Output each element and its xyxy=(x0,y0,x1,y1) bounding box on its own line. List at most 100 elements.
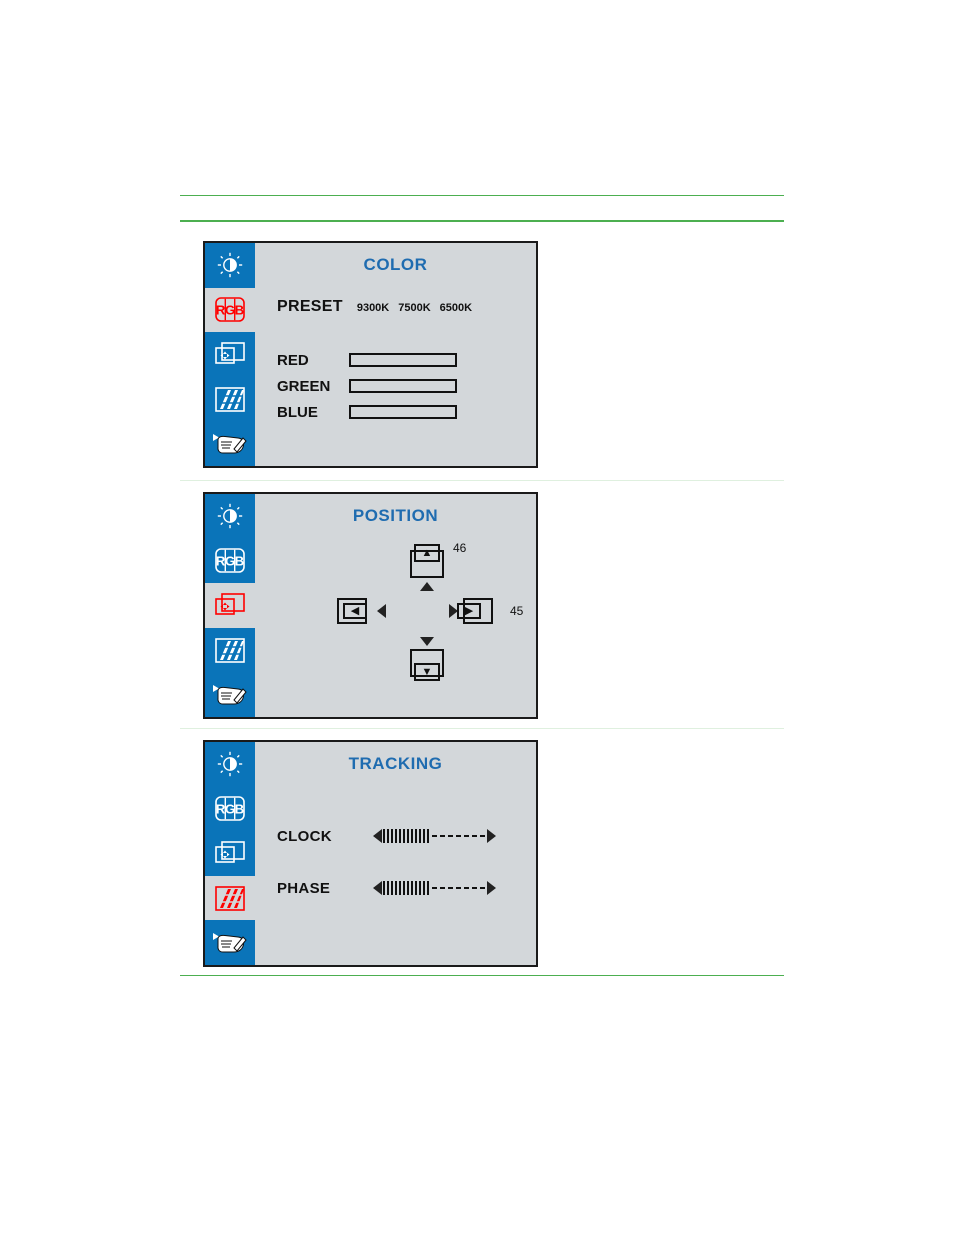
osd-panel-color: R G B COLOR PRESET 9300K 7500K 6500K RED… xyxy=(203,241,538,468)
preset-option-7500k[interactable]: 7500K xyxy=(398,302,430,314)
osd-sidebar-color: R G B xyxy=(205,243,255,466)
svg-text:B: B xyxy=(235,802,244,817)
tracking-sliders: CLOCK PHASE xyxy=(255,810,536,914)
osd-sidebar-position: R G B xyxy=(205,494,255,717)
position-control-up[interactable]: ▲ xyxy=(410,544,444,591)
sidebar-item-position[interactable] xyxy=(205,583,255,628)
slider-dash xyxy=(440,887,445,889)
slider-tick xyxy=(383,881,385,895)
position-control-right[interactable]: ▶ xyxy=(449,596,501,626)
move-up-icon: ▲ xyxy=(410,544,444,578)
move-right-icon: ▶ xyxy=(457,596,501,626)
tracking-slider-clock-label: CLOCK xyxy=(277,827,332,845)
tracking-slider-phase[interactable]: PHASE xyxy=(255,862,536,914)
slider-tick xyxy=(419,829,421,843)
tracking-slider-clock-control[interactable] xyxy=(373,829,496,843)
slider-tick xyxy=(423,881,425,895)
sidebar-item-setup[interactable] xyxy=(205,421,255,466)
slider-ticks-phase xyxy=(383,881,429,895)
osd-body-color: COLOR PRESET 9300K 7500K 6500K RED GREEN xyxy=(255,243,536,466)
slider-dash xyxy=(464,887,469,889)
up-indicator-triangle xyxy=(420,582,434,591)
panel-title-tracking: TRACKING xyxy=(348,754,443,773)
slider-left-arrow-icon[interactable] xyxy=(373,829,382,843)
panel-divider-1 xyxy=(180,480,784,481)
slider-dash xyxy=(432,887,437,889)
position-value-horizontal: 45 xyxy=(510,604,524,618)
sidebar-item-setup[interactable] xyxy=(205,920,255,965)
slider-dash xyxy=(448,887,453,889)
sidebar-item-color[interactable]: R G B xyxy=(205,538,255,584)
sidebar-item-color[interactable]: R G B xyxy=(205,287,255,333)
slider-dash xyxy=(480,835,485,837)
panel-divider-2 xyxy=(180,728,784,729)
left-indicator-triangle xyxy=(377,604,386,618)
bottom-rule xyxy=(180,975,784,976)
position-icon xyxy=(215,841,245,864)
slider-tick xyxy=(399,881,401,895)
color-slider-blue[interactable]: BLUE xyxy=(255,399,536,425)
sidebar-item-tracking[interactable] xyxy=(205,376,255,422)
slider-dashes-clock xyxy=(432,835,485,837)
slider-tick xyxy=(411,829,413,843)
sidebar-item-color[interactable]: R G B xyxy=(205,786,255,832)
sidebar-item-tracking[interactable] xyxy=(205,875,255,921)
osd-body-tracking: TRACKING CLOCK PHASE xyxy=(255,742,536,965)
tracking-slider-clock[interactable]: CLOCK xyxy=(255,810,536,862)
position-icon xyxy=(215,342,245,365)
position-control-down[interactable]: ▼ xyxy=(410,637,444,683)
tracking-icon xyxy=(215,885,245,911)
slider-ticks-clock xyxy=(383,829,429,843)
position-icon xyxy=(215,593,245,616)
sidebar-item-setup[interactable] xyxy=(205,672,255,717)
sidebar-item-brightness[interactable] xyxy=(205,742,255,787)
sidebar-item-position[interactable] xyxy=(205,831,255,876)
slider-dash xyxy=(456,887,461,889)
slider-tick xyxy=(403,881,405,895)
color-slider-red-track[interactable] xyxy=(349,353,457,367)
slider-right-arrow-icon[interactable] xyxy=(487,881,496,895)
sidebar-item-brightness[interactable] xyxy=(205,494,255,539)
color-slider-red-label: RED xyxy=(277,351,309,369)
slider-dash xyxy=(472,835,477,837)
down-indicator-triangle xyxy=(420,637,434,646)
slider-left-arrow-icon[interactable] xyxy=(373,881,382,895)
osd-panel-position: R G B POSITION ▲ 46 ◀ ▶ 45 ▼ xyxy=(203,492,538,719)
slider-dash xyxy=(440,835,445,837)
slider-tick xyxy=(423,829,425,843)
slider-tick xyxy=(395,829,397,843)
slider-tick xyxy=(391,881,393,895)
position-controls: ▲ 46 ◀ ▶ 45 ▼ xyxy=(255,494,536,717)
preset-row: PRESET 9300K 7500K 6500K xyxy=(255,298,536,316)
color-slider-green[interactable]: GREEN xyxy=(255,373,536,399)
position-control-left[interactable]: ◀ xyxy=(337,596,386,626)
slider-tick xyxy=(419,881,421,895)
slider-dash xyxy=(432,835,437,837)
slider-dash xyxy=(464,835,469,837)
move-left-icon: ◀ xyxy=(337,596,375,626)
slider-tick xyxy=(387,829,389,843)
position-value-vertical: 46 xyxy=(453,541,467,555)
preset-label: PRESET xyxy=(277,298,343,315)
preset-option-9300k[interactable]: 9300K xyxy=(357,302,389,314)
slider-tick xyxy=(427,881,429,895)
svg-text:G: G xyxy=(225,303,235,318)
setup-hand-icon xyxy=(213,433,247,454)
color-slider-red[interactable]: RED xyxy=(255,347,536,373)
color-slider-blue-track[interactable] xyxy=(349,405,457,419)
svg-text:G: G xyxy=(225,802,235,817)
sidebar-item-brightness[interactable] xyxy=(205,243,255,288)
color-slider-green-track[interactable] xyxy=(349,379,457,393)
sidebar-item-tracking[interactable] xyxy=(205,627,255,673)
tracking-slider-phase-control[interactable] xyxy=(373,881,496,895)
osd-body-position: POSITION ▲ 46 ◀ ▶ 45 ▼ xyxy=(255,494,536,717)
slider-right-arrow-icon[interactable] xyxy=(487,829,496,843)
svg-text:B: B xyxy=(235,303,244,318)
svg-text:B: B xyxy=(235,554,244,569)
slider-tick xyxy=(415,829,417,843)
preset-option-6500k[interactable]: 6500K xyxy=(440,302,472,314)
slider-tick xyxy=(407,829,409,843)
slider-dashes-phase xyxy=(432,887,485,889)
sidebar-item-position[interactable] xyxy=(205,332,255,377)
slider-tick xyxy=(395,881,397,895)
